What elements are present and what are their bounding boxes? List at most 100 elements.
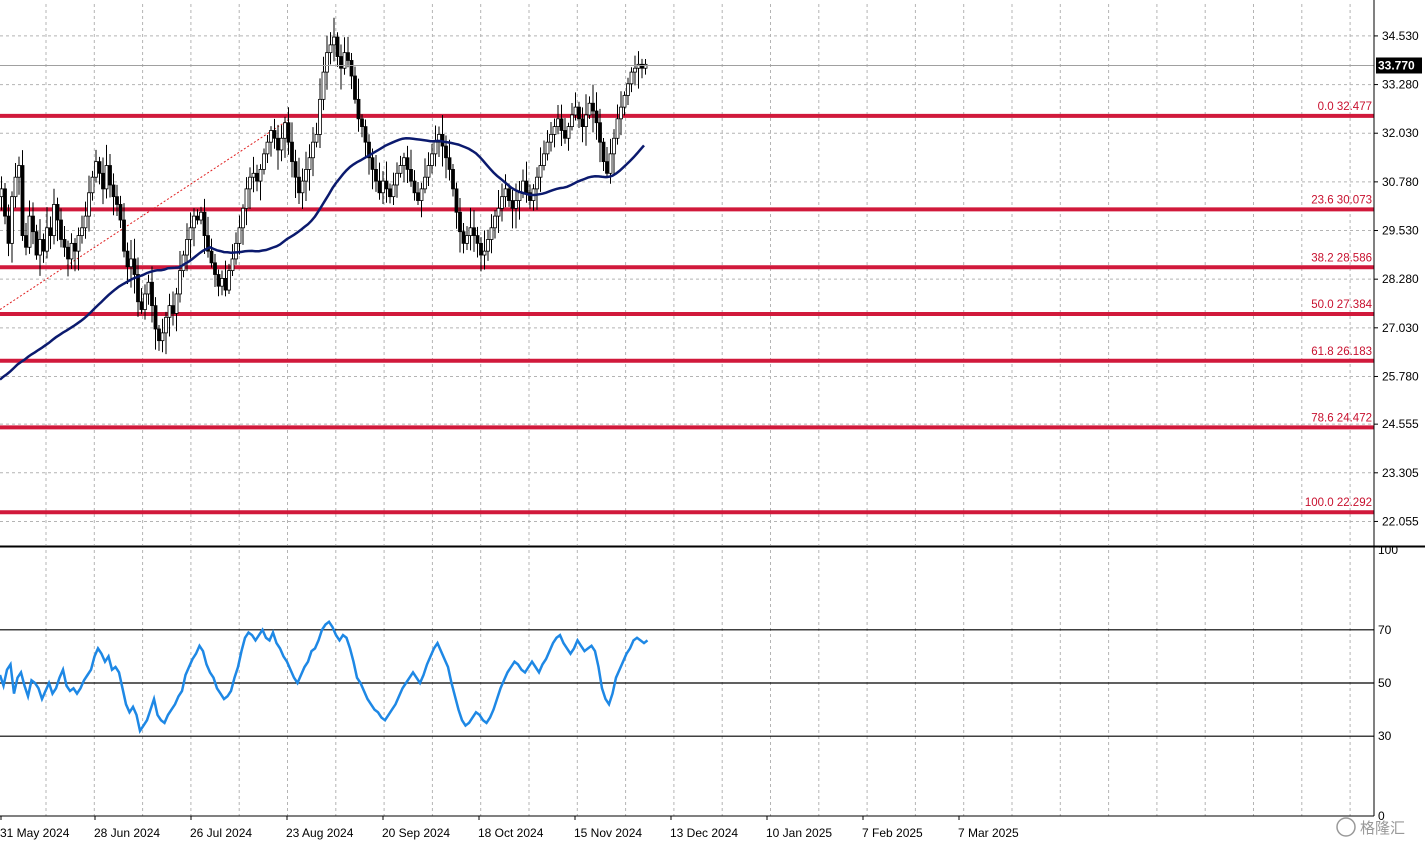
candle-body xyxy=(384,180,389,190)
candle-body xyxy=(552,126,557,135)
candle-body xyxy=(325,52,329,73)
fib-level-label: 61.8 26.183 xyxy=(1311,346,1372,358)
candle-body xyxy=(321,71,326,100)
candle-body xyxy=(514,200,518,209)
candle-body xyxy=(405,157,410,170)
candle-body xyxy=(213,262,217,275)
candle-body xyxy=(598,122,602,143)
candle-body xyxy=(577,106,581,120)
candle-body xyxy=(510,200,515,209)
candle-body xyxy=(192,215,196,229)
candle-body xyxy=(223,277,228,291)
candle-body xyxy=(73,242,77,252)
candle-body xyxy=(409,169,413,182)
time-tick-label: 10 Jan 2025 xyxy=(766,826,832,840)
candle-body xyxy=(125,250,130,268)
candle-body xyxy=(629,71,634,85)
candle-body xyxy=(153,305,158,330)
candle-body xyxy=(594,110,599,124)
watermark-text: 格隆汇 xyxy=(1360,819,1405,837)
price-tick-label: 27.030 xyxy=(1382,321,1419,335)
candle-body xyxy=(395,172,399,186)
candle-body xyxy=(447,157,452,170)
candle-body xyxy=(139,301,144,310)
candle-body xyxy=(80,227,84,236)
price-tick-label: 23.305 xyxy=(1382,466,1419,480)
candle-body xyxy=(227,270,231,291)
candle-body xyxy=(258,169,263,182)
candle-body xyxy=(300,180,305,194)
candle-body xyxy=(178,270,182,295)
candle-body xyxy=(587,102,592,116)
candle-body xyxy=(612,137,616,155)
candle-body xyxy=(132,258,137,275)
price-tick-label: 25.780 xyxy=(1382,369,1419,383)
price-tick-label: 24.555 xyxy=(1382,417,1419,431)
price-tick-label: 32.030 xyxy=(1382,126,1419,140)
candle-body xyxy=(174,293,179,314)
candle-body xyxy=(136,274,140,303)
candle-body xyxy=(339,56,343,69)
candle-body xyxy=(108,165,112,186)
price-tick-label: 34.530 xyxy=(1382,29,1419,43)
rsi-tick-label: 70 xyxy=(1378,623,1392,637)
candle-body xyxy=(62,239,67,248)
candle-body xyxy=(381,180,385,194)
candle-body xyxy=(279,137,284,151)
candle-body xyxy=(489,227,494,240)
candle-body xyxy=(248,176,252,190)
candle-body xyxy=(45,227,49,252)
time-tick-label: 31 May 2024 xyxy=(0,826,70,840)
rsi-tick-label: 50 xyxy=(1378,676,1392,690)
candle-body xyxy=(3,188,7,217)
candle-body xyxy=(6,215,11,244)
candle-body xyxy=(241,207,245,229)
candle-body xyxy=(360,118,364,128)
candle-body xyxy=(482,250,487,256)
candle-body xyxy=(150,281,154,307)
candle-body xyxy=(111,184,116,198)
candle-body xyxy=(195,215,200,221)
candle-body xyxy=(433,141,438,155)
candle-body xyxy=(636,63,641,69)
candle-body xyxy=(0,188,4,198)
candle-body xyxy=(640,63,644,69)
candle-body xyxy=(454,188,459,213)
candle-body xyxy=(290,141,294,163)
candle-body xyxy=(17,165,21,178)
time-tick-label: 7 Mar 2025 xyxy=(958,826,1019,840)
candle-body xyxy=(500,196,504,209)
time-tick-label: 28 Jun 2024 xyxy=(94,826,160,840)
candle-body xyxy=(563,130,567,139)
candle-body xyxy=(307,157,312,170)
candle-body xyxy=(265,141,270,155)
candle-body xyxy=(38,239,42,256)
candle-body xyxy=(535,176,539,190)
fib-level-label: 38.2 28.586 xyxy=(1311,252,1372,264)
candle-body xyxy=(608,153,613,174)
candle-body xyxy=(601,141,606,163)
candle-body xyxy=(573,106,578,116)
candle-body xyxy=(346,52,350,61)
price-tick-label: 30.780 xyxy=(1382,175,1419,189)
candle-body xyxy=(356,98,361,120)
time-tick-label: 13 Dec 2024 xyxy=(670,826,738,840)
candle-body xyxy=(465,235,469,244)
candle-body xyxy=(66,246,70,260)
time-tick-label: 15 Nov 2024 xyxy=(574,826,642,840)
candle-body xyxy=(377,180,382,194)
chart-background xyxy=(0,0,1425,845)
candle-body xyxy=(472,227,476,236)
candle-body xyxy=(293,161,298,178)
time-tick-label: 23 Aug 2024 xyxy=(286,826,354,840)
candle-body xyxy=(220,277,224,287)
candle-body xyxy=(167,305,172,318)
candle-body xyxy=(444,145,448,159)
candle-body xyxy=(419,188,424,201)
candle-body xyxy=(52,204,56,236)
candle-body xyxy=(335,36,340,57)
price-chart: 0.0 32.477 23.6 30.073 38.2 28.586 50.0 27.… xyxy=(0,0,1425,845)
candle-body xyxy=(27,215,32,248)
candle-body xyxy=(311,141,315,159)
candle-body xyxy=(83,215,88,229)
